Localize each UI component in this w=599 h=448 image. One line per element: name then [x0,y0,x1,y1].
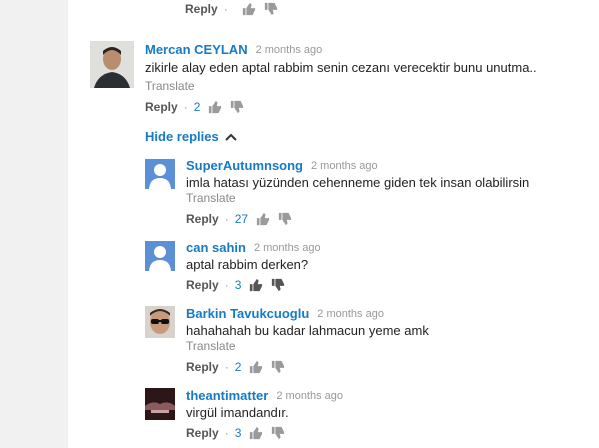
reply-text: hahahahah bu kadar lahmacun yeme amk [186,323,429,338]
avatar[interactable] [145,159,175,189]
thumbs-up-icon[interactable] [249,278,263,292]
thumbs-up-icon[interactable] [249,360,263,374]
like-count: 3 [234,278,242,292]
reply-button[interactable]: Reply [145,100,178,114]
separator-dot: · [183,100,188,114]
translate-link[interactable]: Translate [186,191,236,205]
thumbs-down-icon[interactable] [271,278,285,292]
thumbs-up-icon[interactable] [249,426,263,440]
translate-link[interactable]: Translate [186,339,236,353]
translate-link[interactable]: Translate [145,79,195,93]
reply-text: aptal rabbim derken? [186,257,309,272]
comment-text: zikirle alay eden aptal rabbim senin cez… [145,60,537,75]
reply-button[interactable]: Reply [186,278,219,292]
thumbs-down-icon[interactable] [264,2,278,16]
avatar[interactable] [145,241,175,271]
thumbs-up-icon[interactable] [256,212,270,226]
reply-author[interactable]: Barkin Tavukcuoglu [186,306,309,321]
reply-actions: Reply · 3 [186,278,285,292]
reply-text: imla hatası yüzünden cehenneme giden tek… [186,175,530,190]
reply-text: virgül imandandır. [186,405,289,420]
separator-dot: · [224,212,229,226]
thumbs-down-icon[interactable] [271,426,285,440]
reply-time[interactable]: 2 months ago [317,308,384,320]
separator-dot: · [224,360,229,374]
reply-actions: Reply · 27 [186,212,292,226]
separator-dot: · [224,426,229,440]
reply-time[interactable]: 2 months ago [254,242,321,254]
separator-dot: · [224,278,229,292]
reply-button[interactable]: Reply [186,426,219,440]
avatar[interactable] [145,388,175,420]
like-count: 2 [234,360,242,374]
comment-time[interactable]: 2 months ago [256,44,323,56]
comment-author[interactable]: Mercan CEYLAN [145,42,248,57]
thumbs-down-icon[interactable] [271,360,285,374]
reply-button[interactable]: Reply [186,212,219,226]
previous-comment-actions: Reply · [185,2,278,16]
avatar[interactable] [90,41,134,88]
thumbs-up-icon[interactable] [242,2,256,16]
thumbs-up-icon[interactable] [208,100,222,114]
separator-dot: · [223,2,228,16]
reply-actions: Reply · 3 [186,426,285,440]
like-count: 27 [234,212,249,226]
comments-panel: Reply · Mercan CEYLAN 2 months ago zikir… [68,0,599,448]
comment-header: Mercan CEYLAN 2 months ago [145,42,322,57]
reply-header: theantimatter 2 months ago [186,388,343,403]
reply-header: SuperAutumnsong 2 months ago [186,158,378,173]
comment-actions: Reply · 2 [145,100,244,114]
reply-button[interactable]: Reply [186,360,219,374]
reply-time[interactable]: 2 months ago [276,390,343,402]
reply-author[interactable]: can sahin [186,240,246,255]
hide-replies-button[interactable]: Hide replies [145,129,237,144]
like-count: 3 [234,426,242,440]
reply-header: can sahin 2 months ago [186,240,321,255]
thumbs-down-icon[interactable] [278,212,292,226]
reply-time[interactable]: 2 months ago [311,160,378,172]
reply-button[interactable]: Reply [185,2,218,16]
reply-actions: Reply · 2 [186,360,285,374]
hide-replies-label: Hide replies [145,129,219,144]
like-count: 2 [193,100,201,114]
reply-author[interactable]: SuperAutumnsong [186,158,303,173]
avatar[interactable] [145,306,175,338]
reply-author[interactable]: theantimatter [186,388,268,403]
reply-header: Barkin Tavukcuoglu 2 months ago [186,306,384,321]
chevron-up-icon [224,133,237,141]
thumbs-down-icon[interactable] [230,100,244,114]
